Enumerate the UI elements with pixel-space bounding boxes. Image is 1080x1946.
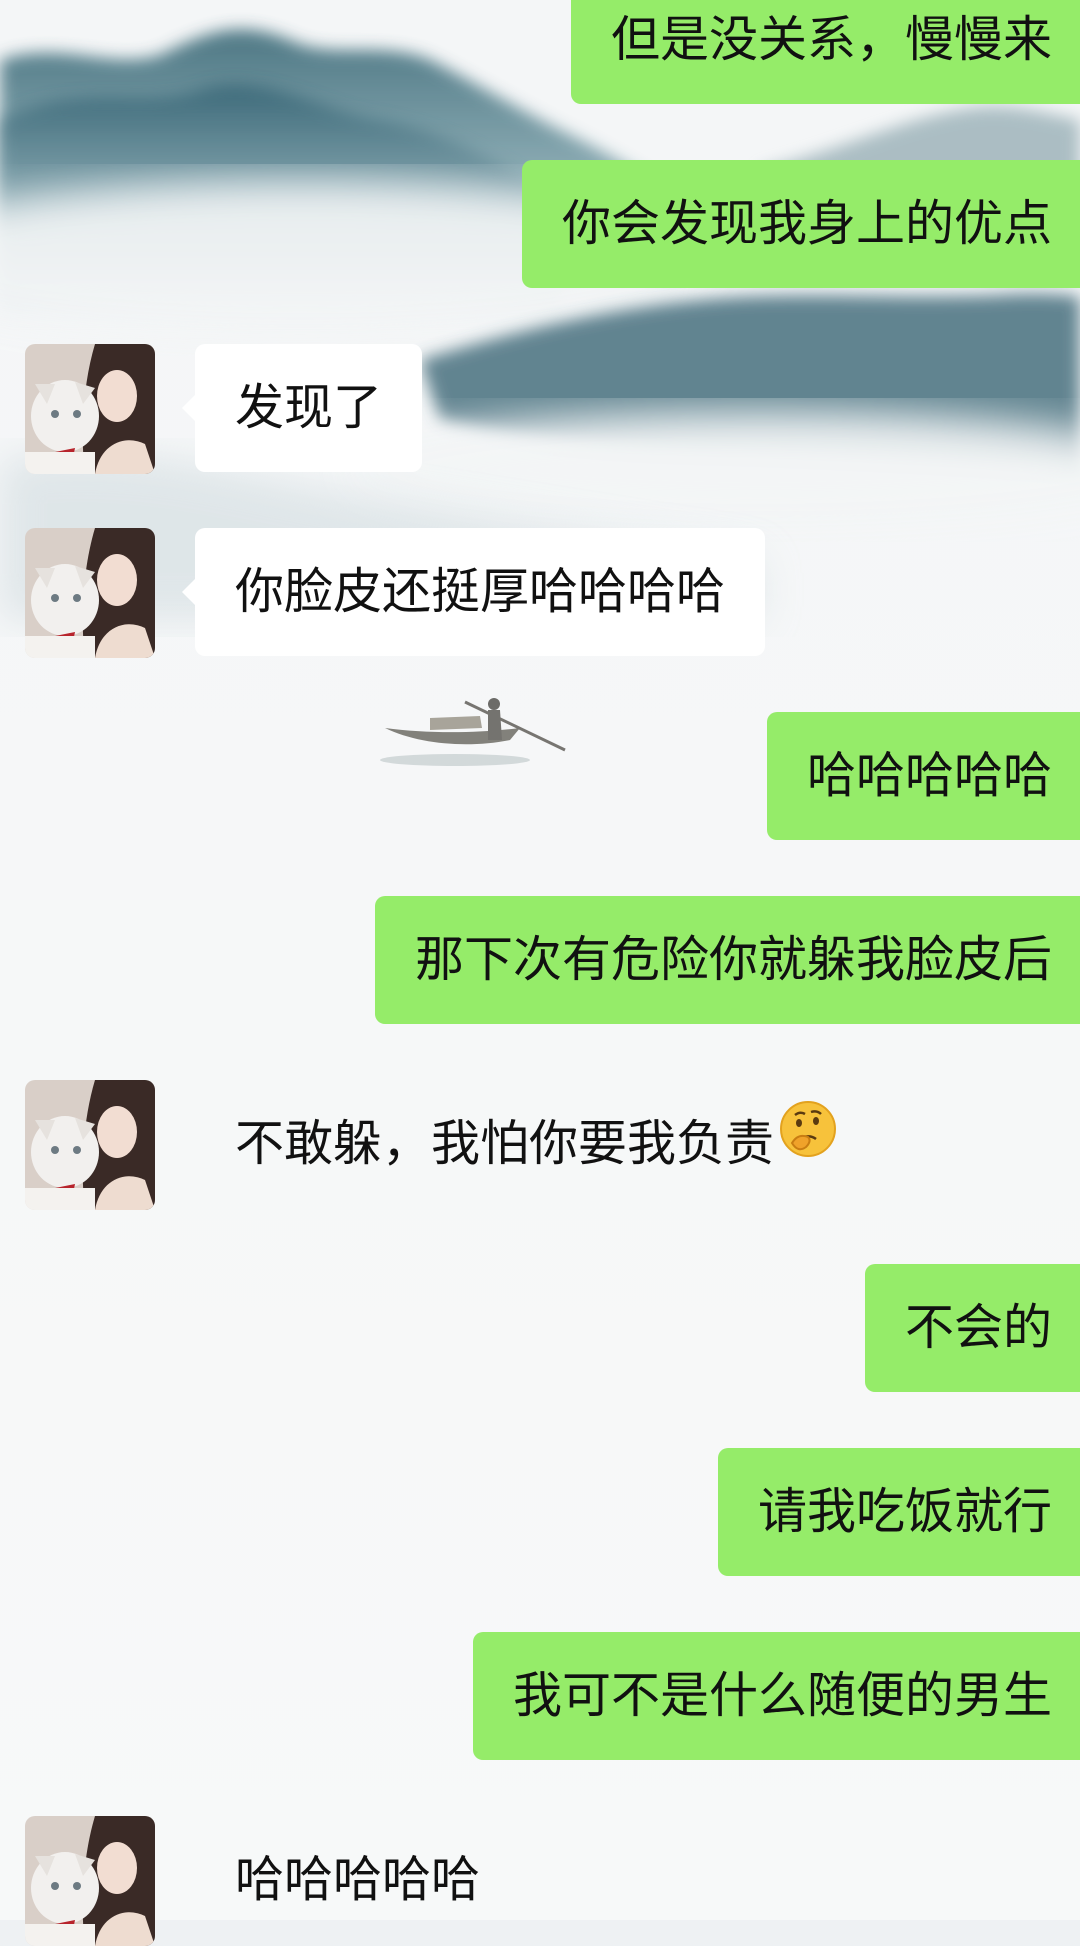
sent-message-bubble[interactable]: 你会发现我身上的优点	[521, 160, 1080, 288]
message-text: 我可不是什么随便的男生	[512, 1667, 1052, 1724]
message-text: 你脸皮还挺厚哈哈哈哈	[235, 563, 726, 620]
message-text: 不会的	[904, 1299, 1052, 1356]
contact-avatar[interactable]	[25, 1816, 155, 1946]
message-text: 发现了	[235, 379, 383, 436]
received-message-bubble[interactable]: 哈哈哈哈哈	[195, 1816, 520, 1944]
sent-message-bubble[interactable]: 哈哈哈哈哈	[766, 712, 1080, 840]
sent-message-bubble[interactable]: 我可不是什么随便的男生	[472, 1632, 1080, 1760]
sent-message-bubble[interactable]: 不会的	[864, 1264, 1080, 1392]
thinking-face-icon	[778, 1079, 838, 1207]
message-text: 哈哈哈哈哈	[806, 747, 1052, 804]
received-message-bubble[interactable]: 不敢躲，我怕你要我负责	[195, 1080, 878, 1208]
sent-message-bubble[interactable]: 请我吃饭就行	[717, 1448, 1080, 1576]
received-message-bubble[interactable]: 你脸皮还挺厚哈哈哈哈	[181, 528, 766, 656]
message-text: 哈哈哈哈哈	[235, 1851, 481, 1908]
chat-message-list[interactable]: 但是没关系，慢慢来 你会发现我身上的优点 发现了 你脸皮还挺厚哈哈哈哈 哈哈哈哈…	[0, 0, 1080, 1946]
avatar-girl-with-white-cat-icon	[25, 1816, 155, 1946]
contact-avatar[interactable]	[25, 1080, 155, 1210]
received-message-bubble[interactable]: 发现了	[181, 344, 423, 472]
message-text: 不敢躲，我怕你要我负责	[235, 1115, 775, 1172]
avatar-girl-with-white-cat-icon	[25, 344, 155, 474]
contact-avatar[interactable]	[25, 528, 155, 658]
sent-message-bubble[interactable]: 那下次有危险你就躲我脸皮后	[374, 896, 1080, 1024]
sent-message-bubble[interactable]: 但是没关系，慢慢来	[570, 0, 1080, 104]
contact-avatar[interactable]	[25, 344, 155, 474]
message-text: 你会发现我身上的优点	[561, 195, 1052, 252]
message-text: 那下次有危险你就躲我脸皮后	[414, 931, 1052, 988]
avatar-girl-with-white-cat-icon	[25, 528, 155, 658]
message-text: 但是没关系，慢慢来	[610, 11, 1052, 68]
avatar-girl-with-white-cat-icon	[25, 1080, 155, 1210]
message-text: 请我吃饭就行	[757, 1483, 1052, 1540]
